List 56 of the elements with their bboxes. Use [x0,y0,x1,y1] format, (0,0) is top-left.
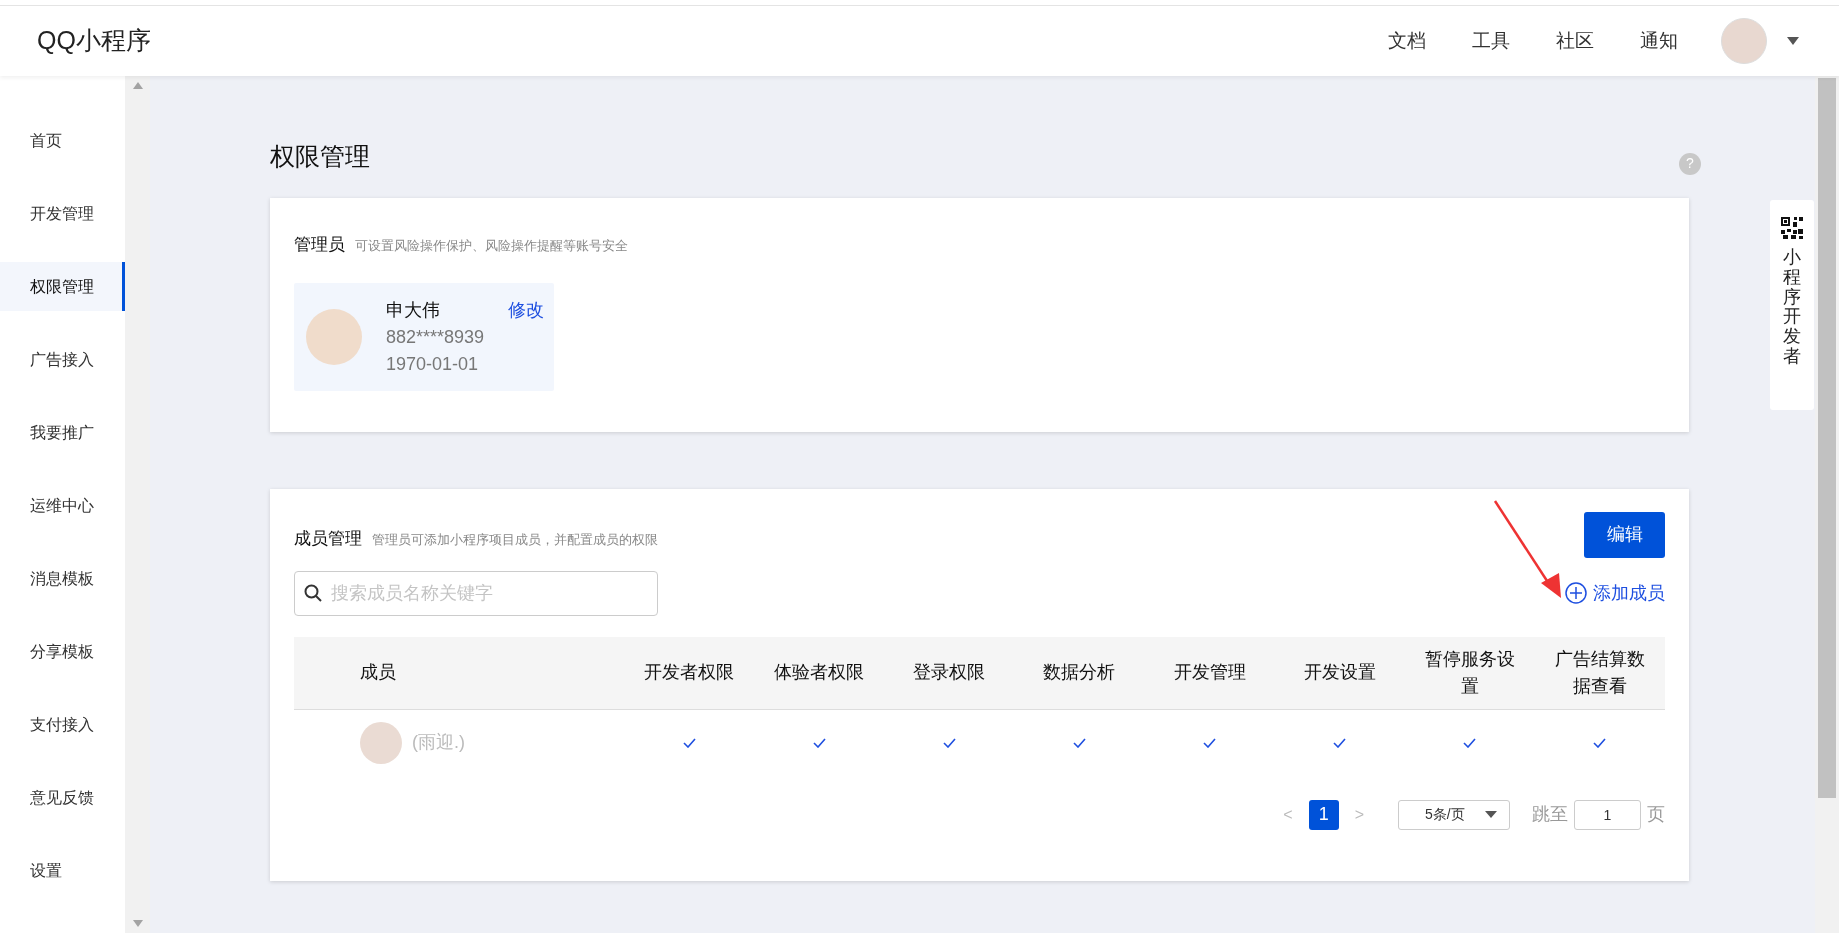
section-title: 成员管理 [294,527,362,550]
column-header: 暂停服务设置 [1423,647,1516,698]
section-title: 管理员 [294,233,345,256]
sidebar-item[interactable]: 权限管理 [0,262,125,311]
plus-circle-icon [1565,582,1587,604]
jump-label: 跳至 [1532,803,1568,826]
nav-link[interactable]: 社区 [1556,26,1594,56]
admin-phone: 882****8939 [386,325,485,349]
search-icon [304,583,322,602]
sidebar-item[interactable]: 设置 [0,846,125,895]
scroll-up-icon[interactable] [132,82,143,89]
caret-icon[interactable] [1787,37,1799,45]
section-hint: 管理员可添加小程序项目成员，并配置成员的权限 [372,530,658,549]
member-name: (雨迎.) [412,731,465,754]
sidebar-item[interactable]: 开发管理 [0,189,125,238]
column-header: 登录权限 [913,661,986,684]
column-header: 数据分析 [1043,661,1116,684]
column-header: 体验者权限 [774,661,865,684]
sidebar-item[interactable]: 支付接入 [0,700,125,749]
column-header: 广告结算数据查看 [1553,647,1646,698]
side-tab-label: 小程序开发者 [1783,248,1801,367]
avatar [360,721,402,764]
sidebar-item[interactable]: 首页 [0,116,125,165]
column-header: 开发管理 [1173,661,1246,684]
edit-button[interactable]: 编辑 [1584,511,1665,558]
page-size-select[interactable]: 5条/页 [1398,799,1510,830]
scroll-down-icon[interactable] [132,920,143,927]
nav-link[interactable]: 文档 [1388,26,1426,56]
section-hint: 可设置风险操作保护、风险操作提醒等账号安全 [355,236,628,255]
admin-name: 申大伟 [386,298,441,322]
page-button[interactable]: 1 [1308,799,1339,830]
sidebar-item[interactable]: 广告接入 [0,335,125,384]
sidebar-item[interactable]: 分享模板 [0,627,125,676]
sidebar-item[interactable]: 我要推广 [0,408,125,457]
avatar[interactable] [1721,18,1767,64]
add-member-link[interactable]: 添加成员 [1565,579,1665,607]
edit-link[interactable]: 修改 [508,297,544,324]
column-header: 开发设置 [1303,661,1376,684]
logo[interactable]: QQ小程序 [37,22,151,60]
page-unit: 页 [1647,803,1665,826]
avatar [306,309,362,365]
nav-link[interactable]: 工具 [1472,26,1510,56]
column-header: 成员 [360,662,396,682]
sidebar-item[interactable]: 意见反馈 [0,773,125,822]
sidebar-item[interactable]: 运维中心 [0,481,125,530]
page-title: 权限管理 [270,141,370,172]
qr-code-icon [1780,216,1804,240]
search-field[interactable]: 搜索成员名称关键字 [294,570,658,616]
admin-date: 1970-01-01 [386,352,480,376]
page-input[interactable]: 1 [1574,799,1641,830]
scrollbar-thumb[interactable] [1818,78,1836,798]
nav-link[interactable]: 通知 [1640,26,1678,56]
side-tab[interactable]: 小程序开发者 [1770,200,1814,410]
sidebar-item[interactable]: 消息模板 [0,554,125,603]
caret-icon [1485,811,1497,818]
column-header: 开发者权限 [644,661,735,684]
